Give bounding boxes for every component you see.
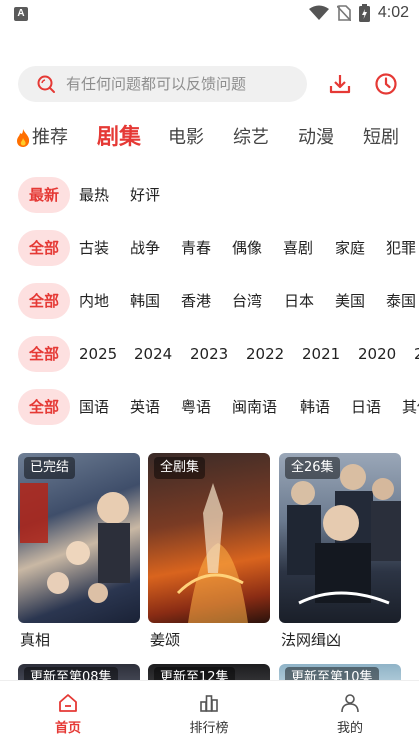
filter-chip[interactable]: 泰国 [386,283,416,319]
filter-chip[interactable]: 2023 [190,336,228,372]
filter-chip[interactable]: 美国 [335,283,365,319]
filter-chip[interactable]: 韩语 [300,389,330,425]
filter-chip[interactable]: 粤语 [181,389,211,425]
tab-label: 推荐 [32,127,68,148]
home-icon [59,694,77,712]
nav-label: 排行榜 [189,721,229,736]
search-icon [37,75,55,93]
filter-chip[interactable]: 好评 [130,177,160,213]
nav-ranking[interactable]: 排行榜 [159,681,259,747]
no-sim-icon [336,5,351,21]
battery-icon [358,4,370,22]
filter-chip[interactable]: 2021 [302,336,340,372]
drama-title: 真相 [20,631,51,649]
filter-chip[interactable]: 2020 [358,336,396,372]
tab-movies[interactable]: 电影 [168,118,204,158]
filter-chip[interactable]: 全部 [18,389,70,425]
download-icon[interactable] [328,72,352,96]
tab-recommend[interactable]: 推荐 [16,118,68,158]
search-bar[interactable] [18,66,307,102]
filter-chip[interactable]: 闽南语 [232,389,277,425]
poster-image: 已完结 [18,453,140,623]
tab-anime[interactable]: 动漫 [298,118,334,158]
filter-row-year: 全部 2025 2024 2023 2022 2021 2020 2019 [0,336,419,372]
wifi-icon [308,5,329,21]
filter-chip[interactable]: 犯罪 [386,230,416,266]
status-badge: 全剧集 [154,457,206,479]
filter-row-sort: 最新 最热 好评 [0,177,419,213]
nav-label: 我的 [336,721,363,736]
poster-image: 全剧集 [148,453,270,623]
poster-image: 全26集 [279,453,401,623]
filter-chip[interactable]: 香港 [181,283,211,319]
filter-chip[interactable]: 2022 [246,336,284,372]
filter-chip[interactable]: 战争 [130,230,160,266]
filter-chip[interactable]: 最热 [79,177,109,213]
fire-icon [17,129,30,147]
status-badge: 已完结 [24,457,76,479]
filter-chip[interactable]: 全部 [18,283,70,319]
person-icon [341,694,359,713]
filter-chip[interactable]: 其他 [402,389,419,425]
drama-title: 姜颂 [150,631,181,649]
history-clock-icon[interactable] [374,72,398,96]
filter-chip[interactable]: 家庭 [335,230,365,266]
app-notification-icon: A [14,7,28,21]
filter-chip[interactable]: 古装 [79,230,109,266]
filter-chip[interactable]: 国语 [79,389,109,425]
filter-chip[interactable]: 内地 [79,283,109,319]
bottom-navigation: 首页 排行榜 我的 [0,680,419,747]
nav-home[interactable]: 首页 [18,681,118,747]
filter-chip[interactable]: 喜剧 [283,230,313,266]
category-tabs: 推荐 剧集 电影 综艺 动漫 短剧 [0,118,419,158]
filter-chip[interactable]: 青春 [181,230,211,266]
tab-short-drama[interactable]: 短剧 [363,118,399,158]
filter-chip[interactable]: 偶像 [232,230,262,266]
clock-time: 4:02 [377,4,409,21]
status-bar: A 4:02 [0,0,419,30]
nav-profile[interactable]: 我的 [300,681,400,747]
filter-row-genre: 全部 古装 战争 青春 偶像 喜剧 家庭 犯罪 [0,230,419,266]
filter-chip[interactable]: 2025 [79,336,117,372]
ranking-chart-icon [200,695,218,712]
filter-chip[interactable]: 全部 [18,336,70,372]
filter-chip[interactable]: 日语 [351,389,381,425]
filter-chip[interactable]: 英语 [130,389,160,425]
tab-series[interactable]: 剧集 [97,118,141,158]
filter-chip[interactable]: 最新 [18,177,70,213]
filter-chip[interactable]: 2024 [134,336,172,372]
drama-title: 法网缉凶 [281,631,342,649]
filter-row-region: 全部 内地 韩国 香港 台湾 日本 美国 泰国 [0,283,419,319]
nav-label: 首页 [54,721,81,736]
drama-card[interactable]: 全剧集 姜颂 [148,453,270,653]
status-badge: 全26集 [285,457,340,479]
drama-card[interactable]: 已完结 真相 [18,453,140,653]
filter-chip[interactable]: 日本 [284,283,314,319]
tab-variety[interactable]: 综艺 [233,118,269,158]
filter-chip[interactable]: 台湾 [232,283,262,319]
filter-chip[interactable]: 韩国 [130,283,160,319]
drama-card[interactable]: 全26集 法网缉凶 [279,453,401,653]
filter-chip[interactable]: 2019 [414,336,419,372]
search-input[interactable] [66,75,296,93]
filter-chip[interactable]: 全部 [18,230,70,266]
filter-row-language: 全部 国语 英语 粤语 闽南语 韩语 日语 其他 [0,389,419,425]
